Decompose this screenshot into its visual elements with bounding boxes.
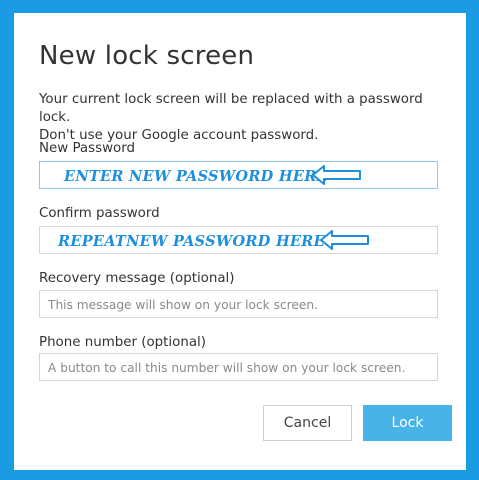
cancel-button[interactable]: Cancel: [263, 405, 352, 441]
recovery-message-field[interactable]: This message will show on your lock scre…: [39, 290, 438, 318]
left-arrow-icon: [320, 230, 369, 250]
phone-number-placeholder: A button to call this number will show o…: [48, 361, 406, 375]
confirm-password-annotation: REPEATNEW PASSWORD HERE: [58, 233, 326, 250]
new-password-annotation: ENTER NEW PASSWORD HERE: [64, 168, 328, 185]
new-password-label: New Password: [39, 141, 136, 156]
dialog-title: New lock screen: [39, 41, 255, 71]
confirm-password-field[interactable]: REPEATNEW PASSWORD HERE: [39, 226, 438, 254]
description-line-1: Your current lock screen will be replace…: [39, 92, 423, 125]
phone-number-label: Phone number (optional): [39, 335, 206, 350]
confirm-password-label: Confirm password: [39, 206, 160, 221]
new-lock-screen-dialog: New lock screen Your current lock screen…: [14, 13, 466, 470]
dialog-description: Your current lock screen will be replace…: [39, 91, 439, 145]
left-arrow-icon: [312, 165, 361, 185]
recovery-message-label: Recovery message (optional): [39, 271, 235, 286]
recovery-message-placeholder: This message will show on your lock scre…: [48, 298, 318, 312]
phone-number-field[interactable]: A button to call this number will show o…: [39, 353, 438, 381]
new-password-field[interactable]: ENTER NEW PASSWORD HERE: [39, 161, 438, 189]
lock-button[interactable]: Lock: [363, 405, 452, 441]
